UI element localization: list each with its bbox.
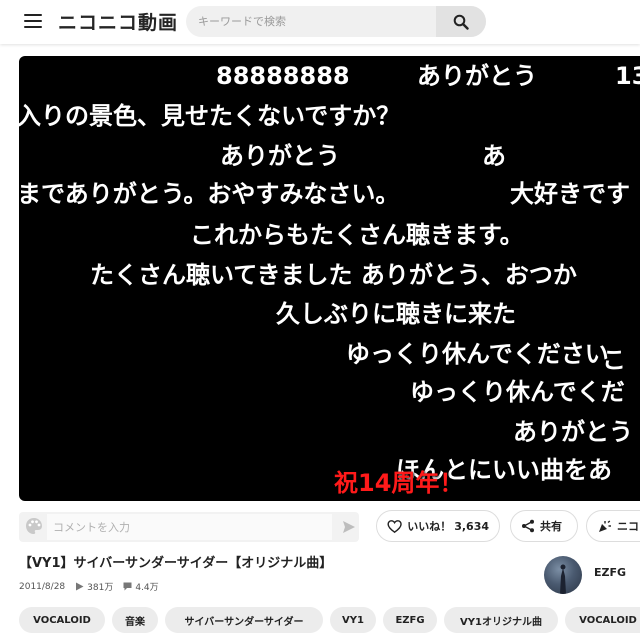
comment-text: 88888888	[216, 62, 350, 90]
video-title: 【VY1】サイバーサンダーサイダー【オリジナル曲】	[19, 556, 333, 571]
nicoad-label: ニコ	[617, 520, 639, 533]
comment-text: ありがとう	[513, 418, 633, 446]
comment-text: 祝14周年！	[334, 469, 464, 497]
menu-icon[interactable]	[24, 14, 42, 30]
like-count: 3,634	[454, 519, 489, 533]
comment-bar	[19, 512, 359, 542]
tag-chip[interactable]: 音楽	[112, 607, 158, 633]
tag-chip[interactable]: サイバーサンダーサイダー	[165, 607, 323, 633]
search-icon	[453, 14, 469, 30]
comment-text: 13	[615, 62, 640, 90]
search-box	[186, 6, 486, 37]
tag-chip[interactable]: VY1オリジナル曲	[444, 607, 558, 633]
comment-text: こ	[602, 346, 626, 374]
comment-text: あ	[482, 142, 506, 170]
site-logo[interactable]: ニコニコ動画	[58, 8, 178, 35]
comment-input[interactable]	[47, 514, 332, 540]
palette-icon[interactable]	[24, 516, 44, 536]
post-date: 2011/8/28	[19, 581, 66, 592]
site-header: ニコニコ動画	[0, 0, 640, 44]
comment-text: までありがとう。おやすみなさい。	[19, 180, 400, 208]
comment-count: 4.4万	[135, 583, 159, 593]
tag-chip[interactable]: EZFG	[383, 607, 437, 633]
comment-text: たくさん聴いてきました ありがとう、おつか	[90, 261, 577, 289]
nicoad-icon	[599, 519, 611, 532]
comment-text: ありがとう	[417, 62, 537, 90]
comment-text: 久しぶりに聴きに来た	[276, 300, 516, 328]
tag-chip[interactable]: VOCALOID	[19, 607, 105, 633]
nicoad-button[interactable]: ニコ	[586, 510, 640, 542]
tag-chip[interactable]: VY1	[330, 607, 376, 633]
comment-text: ありがとう	[220, 142, 340, 170]
view-count: 381万	[87, 583, 114, 593]
send-icon[interactable]	[341, 519, 357, 535]
play-icon	[76, 582, 84, 591]
like-button[interactable]: いいね！ 3,634	[376, 510, 500, 542]
comment-text: これからもたくさん聴きます。	[190, 221, 524, 249]
like-label: いいね！	[407, 520, 452, 533]
comment-icon	[123, 582, 132, 591]
uploader-name[interactable]: EZFG	[594, 566, 626, 579]
comment-text: ゆっくり休んでください	[346, 340, 609, 368]
share-icon	[522, 519, 534, 533]
comment-text: ゆっくり休んでくだ	[410, 378, 625, 406]
uploader-avatar[interactable]	[544, 556, 582, 594]
heart-icon	[387, 519, 402, 533]
comment-text: 大好きです	[510, 180, 630, 208]
tag-chip[interactable]: VOCALOID	[565, 607, 640, 633]
video-meta: 2011/8/28 381万 4.4万	[19, 580, 169, 594]
video-player[interactable]: 88888888 ありがとう 13 入りの景色、見せたくないですか？ ありがとう…	[19, 56, 640, 501]
share-label: 共有	[540, 520, 562, 533]
search-input[interactable]	[186, 6, 436, 37]
share-button[interactable]: 共有	[510, 510, 578, 542]
comment-text: 入りの景色、見せたくないですか？	[19, 102, 401, 130]
search-button[interactable]	[436, 6, 486, 37]
